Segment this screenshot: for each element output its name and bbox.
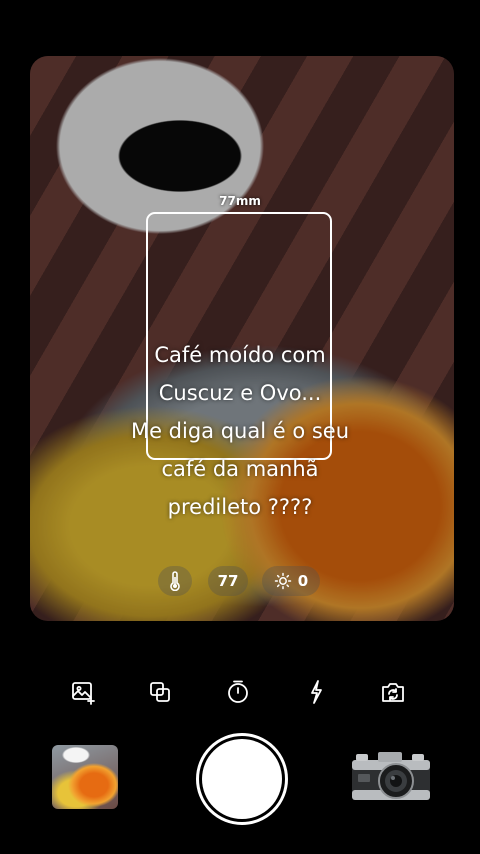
timer-button[interactable]: [222, 676, 254, 708]
temperature-button[interactable]: [158, 566, 192, 596]
shutter-button[interactable]: [196, 733, 288, 825]
exposure-button[interactable]: 0: [262, 566, 320, 596]
exposure-value: 0: [297, 572, 309, 590]
timer-icon: [228, 680, 248, 703]
flash-icon: [311, 680, 322, 704]
caption-text: Café moído com Cuscuz e Ovo... Me diga q…: [130, 343, 350, 519]
flip-camera-button[interactable]: [377, 676, 409, 708]
layers-button[interactable]: [144, 676, 176, 708]
flash-button[interactable]: [300, 676, 332, 708]
add-image-button[interactable]: [67, 676, 99, 708]
shutter-inner: [202, 739, 282, 819]
brightness-icon: [274, 572, 292, 590]
image-plus-icon: [72, 682, 95, 705]
vintage-camera-icon[interactable]: [348, 748, 434, 806]
layers-icon: [150, 682, 170, 702]
iso-button[interactable]: 77: [208, 566, 248, 596]
camera-rotate-icon: [382, 683, 404, 702]
iso-value: 77: [217, 572, 239, 590]
camera-toolbar: [0, 676, 480, 708]
gallery-thumbnail[interactable]: [52, 745, 118, 809]
focal-length-label: 77mm: [219, 194, 261, 208]
thermometer-icon: [170, 571, 180, 591]
